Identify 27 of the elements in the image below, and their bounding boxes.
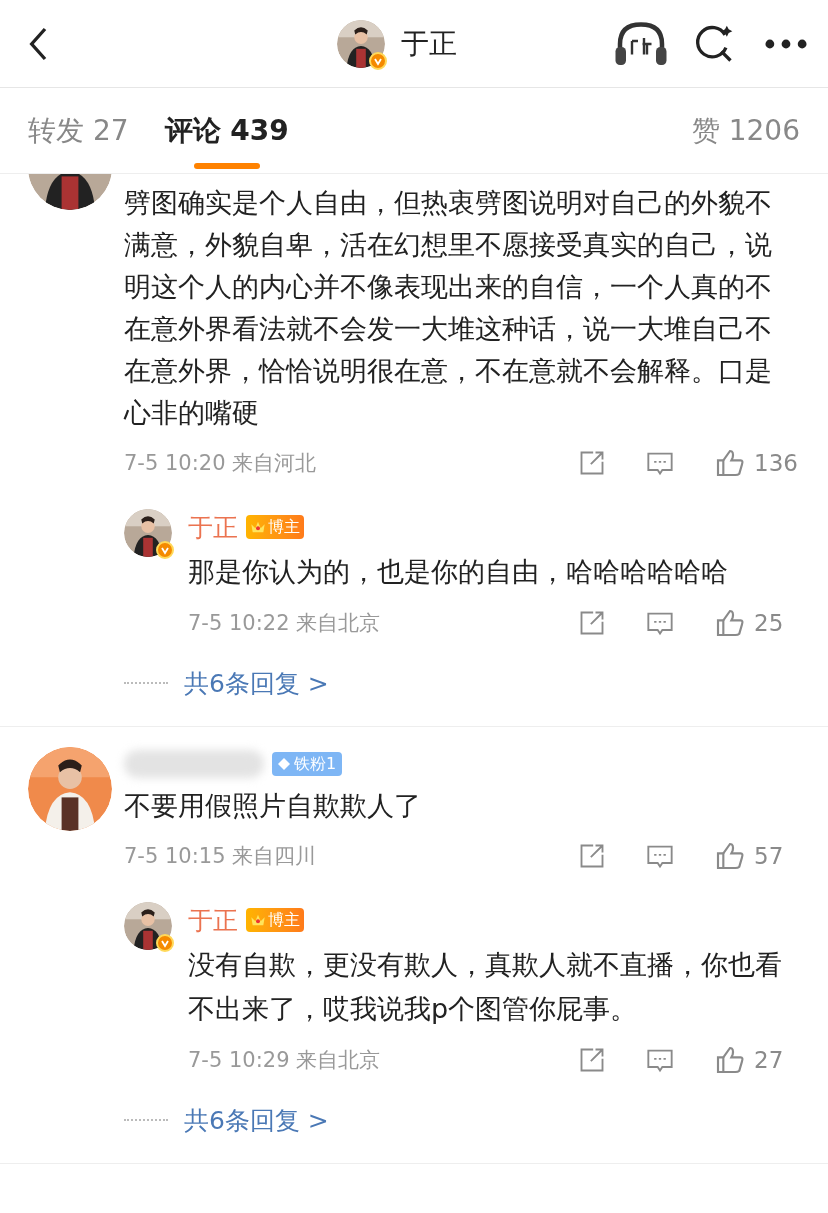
like-count: 25 xyxy=(754,609,785,638)
reply-text: 那是你认为的，也是你的自由，哈哈哈哈哈哈 xyxy=(188,555,729,589)
more-replies-link[interactable]: 共6条回复 > xyxy=(184,664,329,702)
comment-meta: 7-5 10:29 来自北京 xyxy=(188,1046,381,1074)
dotted-line xyxy=(124,682,168,685)
like-count: 57 xyxy=(754,842,785,871)
blogger-badge: 博主 xyxy=(246,908,304,933)
tab[interactable]: 评论 439 xyxy=(164,88,289,173)
headphones-icon[interactable] xyxy=(614,19,668,68)
comment-text: 劈图确实是个人自由，但热衷劈图说明对自己的外貌不满意，外貌自卑，活在幻想里不愿接受真实的自己，说明这个人的内心并不像表现出来的自信，一个人真的不在意外界看法就不会发一大堆这种话，说一大堆自己不在意外界，恰恰说明很在意，不在意就不会解释。口是心非的嘴硬 xyxy=(124,186,773,430)
tab[interactable]: 转发 27 xyxy=(28,88,129,173)
reply-text: 没有自欺，更没有欺人，真欺人就不直播，你也看不出来了，哎我说我p个图管你屁事。 xyxy=(188,948,783,1026)
page-title: 于正 xyxy=(401,25,457,62)
comment-text: 不要用假照片自欺欺人了 xyxy=(124,789,422,823)
like-count: 136 xyxy=(754,449,799,478)
more-replies-link[interactable]: 共6条回复 > xyxy=(184,1101,329,1139)
comment-meta: 7-5 10:22 来自北京 xyxy=(188,609,381,637)
user-name[interactable]: 于正 xyxy=(188,901,238,939)
comment-meta: 7-5 10:20 来自河北 xyxy=(124,449,317,477)
tab[interactable]: 赞 1206 xyxy=(691,88,800,173)
blogger-badge: 博主 xyxy=(246,515,304,540)
like-count: 27 xyxy=(754,1046,785,1075)
dotted-line xyxy=(124,1119,168,1122)
user-name[interactable]: 于正 xyxy=(188,508,238,546)
fan-badge: 铁粉1 xyxy=(272,752,343,776)
more-icon[interactable] xyxy=(764,37,808,50)
comment-meta: 7-5 10:15 来自四川 xyxy=(124,842,317,870)
